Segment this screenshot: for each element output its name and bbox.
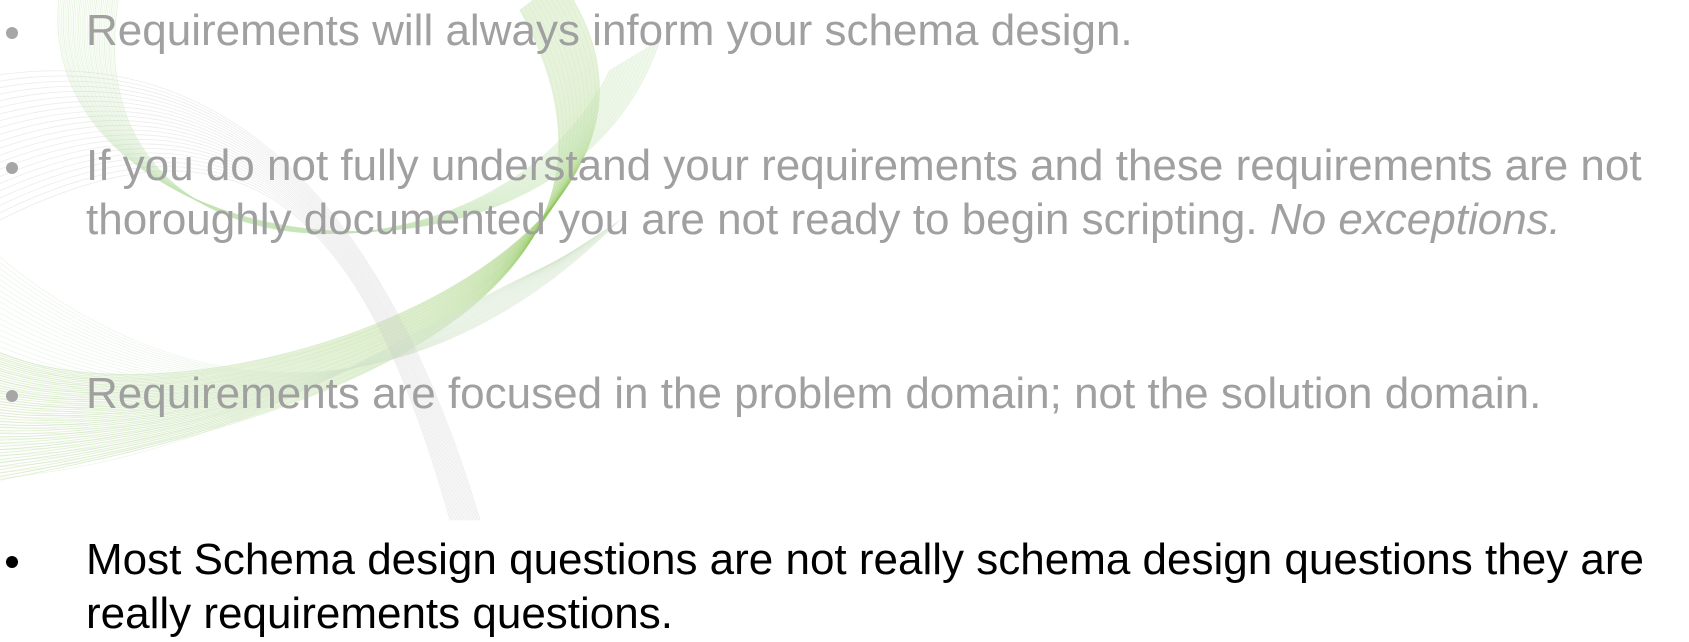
bullet-dot-icon	[6, 27, 18, 39]
bullet-text: If you do not fully understand your requ…	[86, 139, 1676, 247]
bullet-dot-icon	[6, 556, 18, 568]
slide: Requirements will always inform your sch…	[0, 0, 1689, 642]
bullet-text: Requirements are focused in the problem …	[86, 369, 1542, 418]
bullet-text: Requirements will always inform your sch…	[86, 6, 1133, 55]
bullet-dot-icon	[6, 390, 18, 402]
bullet-text-emphasis: No exceptions.	[1269, 195, 1561, 244]
bullet-text: Most Schema design questions are not rea…	[86, 535, 1644, 638]
bullet-dot-icon	[6, 162, 18, 174]
bullet-list: Requirements will always inform your sch…	[0, 0, 1689, 642]
